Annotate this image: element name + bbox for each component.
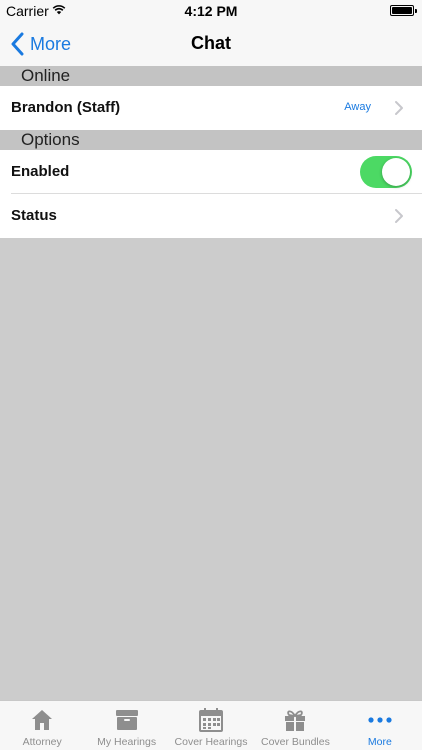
chevron-right-icon	[395, 209, 403, 223]
tab-cover-hearings[interactable]: Cover Hearings	[169, 701, 253, 750]
house-icon	[32, 710, 53, 730]
chevron-right-icon	[395, 101, 403, 115]
section-header-online: Online	[0, 66, 422, 86]
status-bar: Carrier 4:12 PM	[0, 0, 422, 22]
page-title: Chat	[191, 33, 231, 53]
tab-label: Cover Bundles	[260, 736, 330, 748]
gift-icon	[285, 710, 306, 731]
status-label: Status	[11, 207, 57, 224]
chat-contact-row[interactable]: Brandon (Staff) Away	[0, 86, 422, 130]
tab-label: More	[367, 736, 392, 748]
archive-box-icon	[115, 710, 138, 730]
section-header-options: Options	[0, 130, 422, 150]
tab-more[interactable]: More	[338, 701, 422, 750]
tab-attorney[interactable]: Attorney	[0, 701, 84, 750]
contact-status: Away	[344, 101, 371, 113]
tab-cover-bundles[interactable]: Cover Bundles	[253, 701, 337, 750]
tab-label: Attorney	[22, 736, 62, 748]
battery-icon	[390, 5, 417, 16]
contact-name: Brandon (Staff)	[11, 99, 121, 116]
tab-my-hearings[interactable]: My Hearings	[84, 701, 168, 750]
toggle-knob	[382, 158, 410, 186]
status-time: 4:12 PM	[184, 3, 238, 19]
status-row[interactable]: Status	[0, 194, 422, 238]
tab-label: Cover Hearings	[174, 736, 248, 748]
enabled-row: Enabled	[0, 150, 422, 194]
enabled-label: Enabled	[11, 163, 70, 180]
tab-label: My Hearings	[97, 736, 157, 748]
enabled-toggle[interactable]	[360, 156, 412, 188]
more-dots-icon	[368, 717, 392, 723]
tab-bar: Attorney My Hearings Cover Hearings Cove…	[0, 700, 422, 750]
calendar-icon	[199, 708, 224, 732]
navigation-bar: More Chat	[0, 22, 422, 66]
